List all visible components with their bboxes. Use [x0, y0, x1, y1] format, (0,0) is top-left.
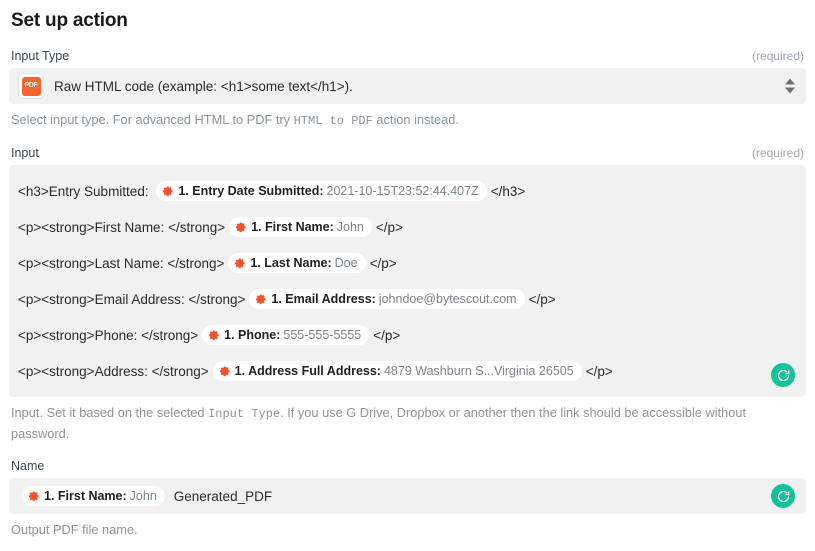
code-line-suffix: </p> — [370, 256, 397, 271]
code-line[interactable]: <p><strong>Last Name: </strong> 1. Last … — [18, 245, 762, 281]
input-type-selected-value: Raw HTML code (example: <h1>some text</h… — [54, 79, 353, 94]
token-chip-value: John — [130, 488, 157, 504]
code-line[interactable]: <h3>Entry Submitted: 1. Entry Date Submi… — [18, 173, 762, 209]
pdf-file-icon: PDF — [18, 73, 44, 99]
name-label-row: Name — [9, 458, 806, 478]
token-chip[interactable]: 1. First Name: John — [22, 486, 165, 506]
code-line[interactable]: <p><strong>Email Address: </strong> 1. E… — [18, 281, 762, 317]
code-line-prefix: <p><strong>Email Address: </strong> — [18, 292, 245, 307]
token-chip[interactable]: 1. Address Full Address: 4879 Washburn S… — [213, 361, 582, 381]
input-type-select-inner[interactable]: PDF Raw HTML code (example: <h1>some tex… — [9, 68, 806, 104]
token-chip-label: 1. Entry Date Submitted: — [178, 183, 323, 199]
token-chip-label: 1. Last Name: — [250, 255, 331, 271]
input-help-text: Input. Set it based on the selected Inpu… — [9, 397, 806, 444]
code-line-suffix: </p> — [376, 220, 403, 235]
token-chip-value: John — [337, 219, 364, 235]
code-line-prefix: <p><strong>Address: </strong> — [18, 364, 209, 379]
token-chip[interactable]: 1. Email Address: johndoe@bytescout.com — [249, 289, 524, 309]
gear-icon — [162, 185, 174, 197]
input-type-label-row: Input Type (required) — [9, 48, 806, 68]
token-chip-value: Doe — [335, 255, 358, 271]
token-chip[interactable]: 1. Entry Date Submitted: 2021-10-15T23:5… — [156, 181, 486, 201]
input-type-select[interactable]: PDF Raw HTML code (example: <h1>some tex… — [9, 68, 806, 104]
input-help-code-1: Input — [208, 407, 244, 421]
token-chip[interactable]: 1. Last Name: Doe — [228, 253, 365, 273]
input-field-block: Input (required) <h3>Entry Submitted: 1.… — [9, 145, 806, 444]
refresh-icon[interactable] — [771, 363, 795, 387]
input-help-prefix: Input. Set it based on the selected — [11, 405, 208, 420]
gear-icon — [255, 293, 267, 305]
code-line[interactable]: <p><strong>First Name: </strong> 1. Firs… — [18, 209, 762, 245]
name-input-inner[interactable]: 1. First Name: John Generated_PDF — [9, 478, 806, 514]
input-type-label: Input Type — [11, 48, 69, 64]
token-chip[interactable]: 1. First Name: John — [229, 217, 372, 237]
page-title: Set up action — [11, 8, 806, 34]
code-line-prefix: <p><strong>Last Name: </strong> — [18, 256, 224, 271]
name-field-block: Name 1. First Name: John Generated_PDF O… — [9, 458, 806, 540]
gear-icon — [208, 329, 220, 341]
input-type-help-code-1: HTML — [294, 114, 323, 128]
name-help-text: Output PDF file name. — [9, 514, 806, 540]
gear-icon — [219, 365, 231, 377]
pdf-icon-text: PDF — [24, 82, 37, 90]
input-label: Input — [11, 145, 39, 161]
token-chip-label: 1. Phone: — [224, 327, 280, 343]
input-help-code-2: Type — [251, 407, 280, 421]
name-input[interactable]: 1. First Name: John Generated_PDF — [9, 478, 806, 514]
up-down-stepper-icon[interactable] — [785, 79, 795, 94]
token-chip-label: 1. First Name: — [44, 488, 127, 504]
gear-icon — [28, 490, 40, 502]
input-label-row: Input (required) — [9, 145, 806, 165]
input-required-badge: (required) — [752, 145, 804, 161]
token-chip-label: 1. Email Address: — [271, 291, 375, 307]
code-line-prefix: <p><strong>First Name: </strong> — [18, 220, 225, 235]
code-line-prefix: <h3>Entry Submitted: — [18, 184, 152, 199]
token-chip-value: johndoe@bytescout.com — [379, 291, 517, 307]
input-type-help-code-mid: to — [322, 114, 351, 128]
input-type-field-block: Input Type (required) PDF Raw HTML code … — [9, 48, 806, 131]
input-type-required-badge: (required) — [752, 48, 804, 64]
input-type-help-suffix: action instead. — [373, 112, 459, 127]
gear-icon — [235, 221, 247, 233]
token-chip-value: 4879 Washburn S...Virginia 26505 — [384, 363, 574, 379]
code-line-suffix: </p> — [529, 292, 556, 307]
code-line-suffix: </p> — [373, 328, 400, 343]
input-type-help-prefix: Select input type. For advanced HTML to … — [11, 112, 294, 127]
input-type-help-code-2: PDF — [351, 114, 373, 128]
token-chip[interactable]: 1. Phone: 555-555-5555 — [202, 325, 369, 345]
setup-action-page: Set up action Input Type (required) PDF … — [0, 8, 815, 540]
token-chip-value: 555-555-5555 — [283, 327, 361, 343]
input-type-help-text: Select input type. For advanced HTML to … — [9, 104, 806, 131]
name-plain-text: Generated_PDF — [174, 489, 272, 504]
token-chip-label: 1. Address Full Address: — [235, 363, 381, 379]
code-line-suffix: </h3> — [491, 184, 526, 199]
code-line[interactable]: <p><strong>Address: </strong> 1. Address… — [18, 353, 762, 389]
code-line[interactable]: <p><strong>Phone: </strong> 1. Phone: 55… — [18, 317, 762, 353]
code-line-prefix: <p><strong>Phone: </strong> — [18, 328, 198, 343]
name-label: Name — [11, 458, 44, 474]
token-chip-label: 1. First Name: — [251, 219, 334, 235]
token-chip-value: 2021-10-15T23:52:44.407Z — [327, 183, 479, 199]
input-code-editor[interactable]: <h3>Entry Submitted: 1. Entry Date Submi… — [9, 165, 806, 397]
gear-icon — [234, 257, 246, 269]
refresh-icon[interactable] — [771, 484, 795, 508]
code-line-suffix: </p> — [586, 364, 613, 379]
